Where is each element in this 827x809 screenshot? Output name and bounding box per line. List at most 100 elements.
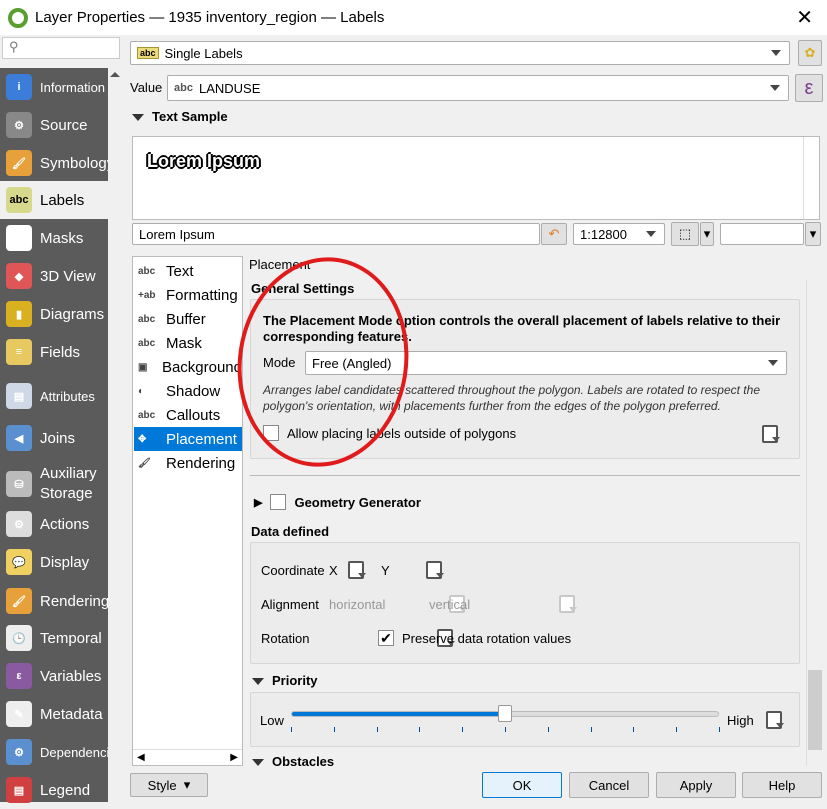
sidebar-item-legend[interactable]: ▤ Legend — [0, 771, 108, 809]
sidebar-item-label: Masks — [40, 229, 84, 247]
joins-icon: ◀ — [6, 425, 32, 451]
tab-rendering[interactable]: 🖌 Rendering — [134, 451, 242, 475]
paint-icon: ✿ — [804, 45, 816, 60]
sidebar-item-source[interactable]: ⚙ Source — [0, 106, 108, 144]
sidebar-item-metadata[interactable]: ✎ Metadata — [0, 695, 108, 733]
source-icon: ⚙ — [6, 112, 32, 138]
sidebar-item-temporal[interactable]: 🕒 Temporal — [0, 619, 108, 657]
rotation-label: Rotation — [261, 631, 310, 646]
sidebar-item-joins[interactable]: ◀ Joins — [0, 419, 108, 457]
tab-formatting[interactable]: +ab Formatting — [134, 283, 242, 307]
priority-group: Low High — [250, 692, 800, 747]
panel-scrollbar[interactable] — [806, 280, 822, 766]
preview-scrollbar[interactable] — [803, 137, 819, 219]
sidebar-item-information[interactable]: i Information — [0, 68, 108, 106]
sidebar: i Information ⚙ Source 🖌 Symbology abc Labels ab… — [0, 68, 108, 803]
text-sample-header[interactable]: Text Sample — [132, 109, 228, 124]
sidebar-item-variables[interactable]: ε Variables — [0, 657, 108, 695]
mode-label: Mode — [263, 355, 296, 370]
tab-mask[interactable]: abc Mask — [134, 331, 242, 355]
renderer-combo[interactable]: abc Single Labels — [130, 41, 790, 65]
sidebar-item-diagrams[interactable]: ▮ Diagrams — [0, 295, 108, 333]
tab-callouts[interactable]: abc Callouts — [134, 403, 242, 427]
coordinate-y-override-icon[interactable] — [423, 560, 445, 579]
geometry-generator-checkbox[interactable] — [270, 494, 287, 510]
sidebar-item-auxiliary-storage[interactable]: ⛁ Auxiliary Storage — [0, 462, 108, 506]
placement-mode-combo[interactable]: Free (Angled) — [305, 351, 787, 375]
checkmark-icon[interactable]: ✔ — [378, 630, 394, 646]
tab-label: Buffer — [166, 310, 206, 328]
tab-placement[interactable]: ✥ Placement — [134, 427, 242, 451]
geometry-generator-header[interactable]: ▶ Geometry Generator — [254, 494, 421, 510]
scroll-thumb[interactable] — [808, 670, 822, 750]
3d-view-icon: ◆ — [6, 263, 32, 289]
tab-buffer[interactable]: abc Buffer — [134, 307, 242, 331]
color-menu-button[interactable]: ▾ — [805, 222, 821, 246]
slider-handle[interactable] — [498, 705, 512, 722]
ok-button[interactable]: OK — [482, 772, 562, 798]
priority-slider[interactable] — [291, 705, 719, 722]
actions-icon: ⚙ — [6, 511, 32, 537]
sidebar-scrollbar[interactable] — [108, 68, 122, 802]
close-icon[interactable]: ✕ — [796, 5, 813, 30]
preserve-rotation-checkbox[interactable]: ✔ Preserve data rotation values — [378, 630, 571, 646]
sidebar-item-actions[interactable]: ⚙ Actions — [0, 505, 108, 543]
obstacles-header[interactable]: Obstacles — [252, 754, 334, 766]
sample-text-input[interactable]: Lorem Ipsum — [132, 223, 540, 245]
value-field-combo[interactable]: abc LANDUSE — [167, 75, 789, 101]
sidebar-item-3d-view[interactable]: ◆ 3D View — [0, 257, 108, 295]
rule-settings-button[interactable]: ✿ — [798, 40, 822, 66]
cancel-button[interactable]: Cancel — [569, 772, 649, 798]
slider-tick — [291, 727, 292, 732]
coordinate-x-override-icon[interactable] — [345, 560, 367, 579]
tab-label: Mask — [166, 334, 202, 352]
tab-label: Callouts — [166, 406, 221, 424]
map-canvas-scale-button[interactable]: ⬚ — [671, 222, 699, 246]
help-button[interactable]: Help — [742, 772, 822, 798]
sidebar-item-label: Attributes — [40, 388, 95, 404]
tab-shadow[interactable]: ◐ Shadow — [134, 379, 242, 403]
sidebar-item-display[interactable]: 💬 Display — [0, 543, 108, 581]
search-input[interactable]: ⚲ — [2, 37, 120, 59]
data-defined-override-icon[interactable] — [759, 424, 781, 443]
sidebar-item-rendering[interactable]: 🖌 Rendering — [0, 582, 108, 620]
style-button[interactable]: Style ▾ — [130, 773, 208, 797]
sidebar-item-symbology[interactable]: 🖌 Symbology — [0, 144, 108, 182]
sidebar-item-masks[interactable]: abc Masks — [0, 219, 108, 257]
tab-text[interactable]: abc Text — [134, 259, 242, 283]
priority-override-icon[interactable] — [763, 710, 785, 729]
allow-outside-checkbox[interactable]: Allow placing labels outside of polygons — [263, 425, 516, 441]
reset-icon[interactable]: ↶ — [541, 223, 567, 245]
expression-button[interactable]: ε — [795, 74, 823, 102]
slider-tick — [719, 727, 720, 732]
sidebar-item-fields[interactable]: ≡ Fields — [0, 333, 108, 371]
text-sample-preview: Lorem Ipsum — [132, 136, 820, 220]
priority-header[interactable]: Priority — [252, 673, 318, 688]
label-settings-tabs: ◀ ▶ abc Text +ab Formatting abc Buffer abc Mask ▣… — [132, 256, 243, 766]
scale-menu-button[interactable]: ▾ — [700, 222, 714, 246]
window-title: Layer Properties — 1935 inventory_region… — [35, 9, 385, 26]
attributes-icon: ▤ — [6, 383, 32, 409]
labels-icon: abc — [137, 47, 159, 59]
symbology-icon: 🖌 — [6, 150, 32, 176]
sidebar-item-dependencies[interactable]: ⚙ Dependencies — [0, 733, 108, 771]
sidebar-item-labels[interactable]: abc Labels — [0, 181, 108, 219]
tabs-hscrollbar[interactable]: ◀ ▶ — [133, 749, 242, 765]
divider — [250, 475, 800, 476]
scale-combo[interactable]: 1:12800 — [573, 223, 665, 245]
mask-icon: abc — [138, 337, 156, 349]
apply-button[interactable]: Apply — [656, 772, 736, 798]
sidebar-item-attributes[interactable]: ▤ Attributes — [0, 377, 108, 415]
checkbox[interactable] — [263, 425, 279, 441]
title-bar: Layer Properties — 1935 inventory_region… — [0, 0, 827, 35]
background-color-combo[interactable] — [720, 223, 804, 245]
sidebar-item-label: Source — [40, 116, 88, 134]
information-icon: i — [6, 74, 32, 100]
renderer-value: Single Labels — [164, 45, 243, 61]
collapse-icon — [132, 114, 144, 121]
sidebar-item-label: Joins — [40, 429, 76, 447]
tab-background[interactable]: ▣ Background — [134, 355, 242, 379]
value-field: LANDUSE — [198, 80, 261, 96]
placement-title: Placement — [249, 257, 311, 272]
dependencies-icon: ⚙ — [6, 739, 32, 765]
